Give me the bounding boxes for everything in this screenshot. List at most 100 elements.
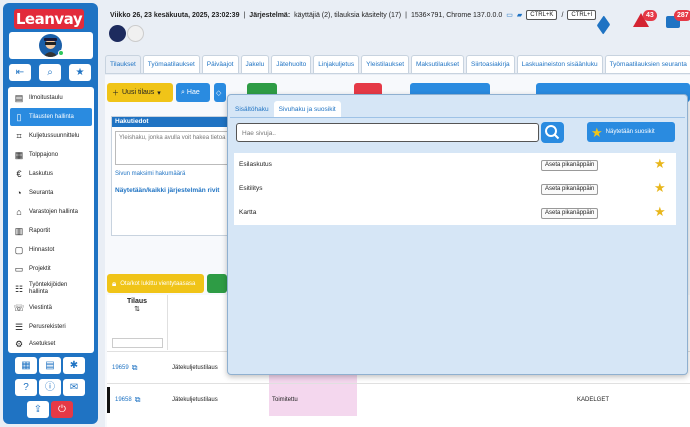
cube-icon[interactable] (596, 15, 611, 35)
sidebar-nav: ▤ Ilmoitustaulu ▯ Tilausten hallinta ⌗ Kulj… (8, 87, 94, 353)
star-icon[interactable]: ★ (654, 181, 666, 195)
notification-badge[interactable]: 43 (643, 10, 657, 21)
kbd-shortcut-i[interactable]: CTRL+I (567, 10, 597, 20)
order-type: Jätekuljetustilaus (172, 365, 218, 371)
order-link[interactable]: 19658 ⧉ (115, 384, 140, 416)
sidebar-item-asetukset[interactable]: ⚙ Asetukset (10, 335, 92, 353)
sidebar-item-viestinta[interactable]: ☏ Viestintä (10, 299, 92, 317)
list-item[interactable]: Kartta Aseta pikanäppäin ★ (234, 201, 676, 225)
tab-siirtoasiakirja[interactable]: Siirtoasiakirja (466, 55, 515, 73)
sidebar-item-seuranta[interactable]: ◔ Seuranta (10, 184, 92, 202)
sidebar-item-label: Varastojen hallinta (29, 208, 78, 215)
grid-view-button[interactable]: ▦ (15, 357, 37, 374)
show-favorites-button[interactable]: ★ Näytetään suosikit (587, 122, 675, 142)
upload-button[interactable]: ⇪ (27, 401, 49, 418)
search-icon (545, 125, 560, 140)
sidebar-item-tolppajono[interactable]: ▦ Tolppajono (10, 146, 92, 164)
eraser-icon: ◇ (216, 89, 222, 97)
search-icon: ⌕ (47, 67, 53, 78)
set-shortcut-button[interactable]: Aseta pikanäppäin (541, 208, 599, 219)
col-header-order[interactable]: Tilaus ⇅ (107, 295, 168, 350)
sidebar-search-button[interactable]: ⌕ (39, 64, 61, 81)
clear-button[interactable]: ◇ (214, 83, 226, 102)
max-results-label[interactable]: Sivun maksimi hakumäärä (115, 171, 242, 177)
sidebar-item-laskutus[interactable]: € Laskutus (10, 165, 92, 183)
star-icon: ★ (591, 124, 603, 140)
new-order-button[interactable]: ＋ Uusi tilaus ▾ (107, 83, 173, 102)
calendar-button[interactable]: ▤ (39, 357, 61, 374)
tab-laskuaineisto[interactable]: Laskuaineiston sisäänluku (516, 55, 603, 73)
search-button[interactable]: ⌕ Hae (176, 83, 210, 102)
user-avatar-2[interactable] (127, 25, 144, 42)
sidebar-item-label: Hinnastot (29, 246, 55, 253)
display-icon: ▭ (506, 12, 513, 19)
sidebar-item-perusrekisteri[interactable]: ☰ Perusrekisteri (10, 318, 92, 336)
page-results-list: Esilaskutus Aseta pikanäppäin ★ Esitilit… (234, 153, 676, 225)
sort-icon: ⇅ (134, 306, 140, 313)
tab-content-search[interactable]: Sisältöhaku (230, 101, 274, 117)
header-date: Viikko 26, 23 kesäkuuta, 2025, 23:02:39 (110, 11, 240, 19)
show-all-rows-label[interactable]: Näytetään/kaikki järjestelmän rivit (115, 187, 242, 194)
registry-icon: ☰ (14, 321, 24, 332)
kbd-shortcut-k[interactable]: CTRL+K (526, 10, 558, 20)
order-type: Jätekuljetustilaus (172, 397, 218, 403)
tab-jakelu[interactable]: Jakelu (240, 55, 270, 73)
page-name[interactable]: Esilaskutus (239, 161, 272, 168)
order-status: Toimitettu (269, 384, 357, 416)
support-button[interactable]: ✉ (63, 379, 85, 396)
phone-icon: ▯ (16, 111, 22, 122)
sidebar-favorites-button[interactable]: ★ (69, 64, 91, 81)
message-badge[interactable]: 287 (674, 10, 690, 21)
star-icon[interactable]: ★ (654, 157, 666, 171)
logout-button[interactable]: ⏻ (51, 401, 73, 418)
tab-tyomaatilaukset[interactable]: Työmaatilaukset (142, 55, 200, 73)
sidebar-item-tyontekijoiden-hallinta[interactable]: ☷ Työntekijöiden hallinta (10, 279, 92, 299)
sidebar-item-tilausten-hallinta[interactable]: ▯ Tilausten hallinta (10, 108, 92, 126)
sidebar-item-varastojen-hallinta[interactable]: ⌂ Varastojen hallinta (10, 203, 92, 221)
sidebar-item-label: Tolppajono (29, 151, 59, 158)
row-marker (107, 387, 110, 413)
sidebar-item-projektit[interactable]: ▭ Projektit (10, 260, 92, 278)
clipboard-icon: ▤ (14, 92, 24, 103)
sidebar-item-label: Viestintä (29, 304, 52, 311)
queue-icon: ▦ (14, 149, 24, 160)
order-link[interactable]: 19659 ⧉ (112, 352, 137, 384)
sidebar-item-label: Perusrekisteri (29, 323, 66, 330)
list-item[interactable]: Esilaskutus Aseta pikanäppäin ★ (234, 153, 676, 177)
order-filter-input[interactable] (111, 338, 163, 348)
tab-yleistilaukset[interactable]: Yleistilaukset (361, 55, 410, 73)
star-icon[interactable]: ★ (654, 205, 666, 219)
tab-tilaukset[interactable]: Tilaukset (105, 55, 141, 73)
set-shortcut-button[interactable]: Aseta pikanäppäin (541, 160, 599, 171)
search-icon: ⌕ (181, 88, 185, 96)
tab-linjakuljetus[interactable]: Linjakuljetus (313, 55, 360, 73)
sidebar-item-ilmoitustaulu[interactable]: ▤ Ilmoitustaulu (10, 89, 92, 107)
lock-button[interactable]: 🔒︎ Ota/kot lukittu vientytaasasa (107, 274, 204, 293)
table-row[interactable]: 19658 ⧉ Jätekuljetustilaus Toimitettu KAD… (107, 383, 690, 416)
page-name[interactable]: Kartta (239, 209, 256, 216)
tab-paivaajot[interactable]: Päiväajot (201, 55, 239, 73)
collapse-sidebar-button[interactable]: ⇤ (9, 64, 31, 81)
sidebar-item-kuljetussuunnittelu[interactable]: ⌗ Kuljetussuunnittelu (10, 127, 92, 145)
green-action-button[interactable] (207, 274, 227, 293)
app-logo[interactable]: Leanvay (14, 9, 84, 29)
info-button[interactable]: ⓘ (39, 379, 61, 396)
tab-jatehuolto[interactable]: Jätehuolto (271, 55, 312, 73)
tools-button[interactable]: ✱ (63, 357, 85, 374)
page-search-button[interactable] (541, 122, 564, 143)
user-avatar-box[interactable] (9, 32, 93, 59)
chat-icon: ▰ (516, 12, 523, 19)
tab-tyomaaseuranta[interactable]: Työmaatilauksien seuranta (604, 55, 690, 73)
list-item[interactable]: Esitilitys Aseta pikanäppäin ★ (234, 177, 676, 201)
user-avatar-1[interactable] (109, 25, 126, 42)
page-search-input[interactable]: Hae sivuja.. (236, 123, 539, 142)
sidebar-item-hinnastot[interactable]: ▢ Hinnastot (10, 241, 92, 259)
chevron-down-icon: ▾ (157, 89, 161, 97)
page-name[interactable]: Esitilitys (239, 185, 262, 192)
sidebar-item-raportit[interactable]: ▥ Raportit (10, 222, 92, 240)
set-shortcut-button[interactable]: Aseta pikanäppäin (541, 184, 599, 195)
general-search-textarea[interactable]: Yleishaku, jonka avulla voit hakea tieto… (115, 131, 242, 165)
tab-page-search-favorites[interactable]: Sivuhaku ja suosikit (273, 101, 341, 117)
tab-maksutilaukset[interactable]: Maksutilaukset (411, 55, 465, 73)
help-button[interactable]: ? (15, 379, 37, 396)
